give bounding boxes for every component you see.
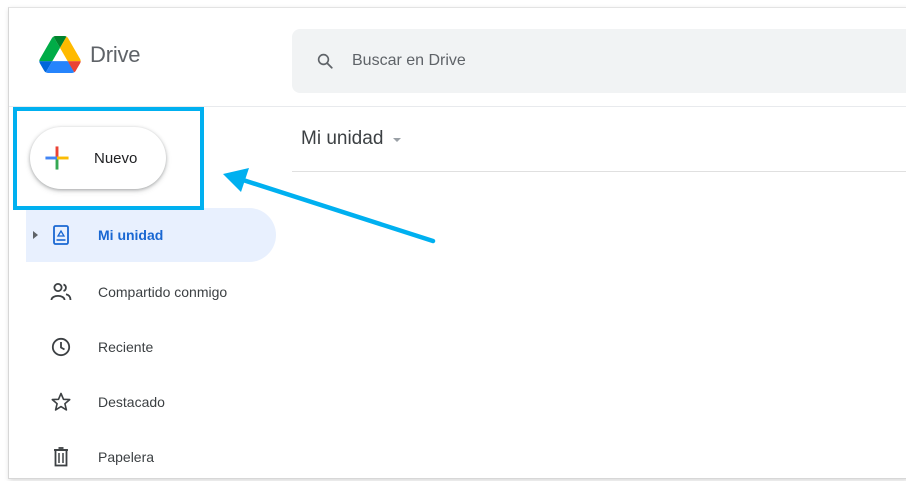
new-button[interactable]: Nuevo: [30, 127, 166, 189]
drive-window: Drive Nuevo Mi unidad: [8, 7, 906, 479]
sidebar-item-label: Mi unidad: [98, 227, 164, 243]
shared-people-icon: [50, 281, 72, 303]
content-divider: [292, 171, 906, 172]
sidebar-item-destacado[interactable]: Destacado: [26, 375, 276, 429]
expand-arrow-icon[interactable]: [33, 231, 38, 239]
drive-logo-icon: [39, 36, 81, 73]
sidebar-item-label: Compartido conmigo: [98, 284, 228, 300]
location-dropdown[interactable]: Mi unidad: [301, 128, 402, 150]
page-title: Mi unidad: [301, 128, 384, 149]
clock-icon: [50, 336, 72, 358]
my-drive-icon: [50, 224, 72, 246]
sidebar-item-papelera[interactable]: Papelera: [26, 430, 276, 478]
sidebar-item-label: Papelera: [98, 449, 155, 465]
search-icon[interactable]: [314, 50, 336, 72]
trash-icon: [50, 446, 72, 468]
search-bar[interactable]: [292, 29, 906, 93]
header-divider: [9, 106, 906, 107]
star-icon: [50, 391, 72, 413]
sidebar-item-label: Destacado: [98, 394, 165, 410]
search-input[interactable]: [350, 51, 754, 71]
new-button-label: Nuevo: [94, 149, 138, 167]
caret-down-icon: [393, 138, 402, 142]
sidebar-item-mi-unidad[interactable]: Mi unidad: [26, 208, 276, 262]
sidebar-item-compartido-conmigo[interactable]: Compartido conmigo: [26, 265, 276, 319]
plus-multicolor-icon: [45, 146, 69, 170]
app-name: Drive: [90, 41, 141, 67]
drive-logo[interactable]: Drive: [39, 36, 141, 73]
sidebar-item-reciente[interactable]: Reciente: [26, 320, 276, 374]
sidebar-item-label: Reciente: [98, 339, 154, 355]
